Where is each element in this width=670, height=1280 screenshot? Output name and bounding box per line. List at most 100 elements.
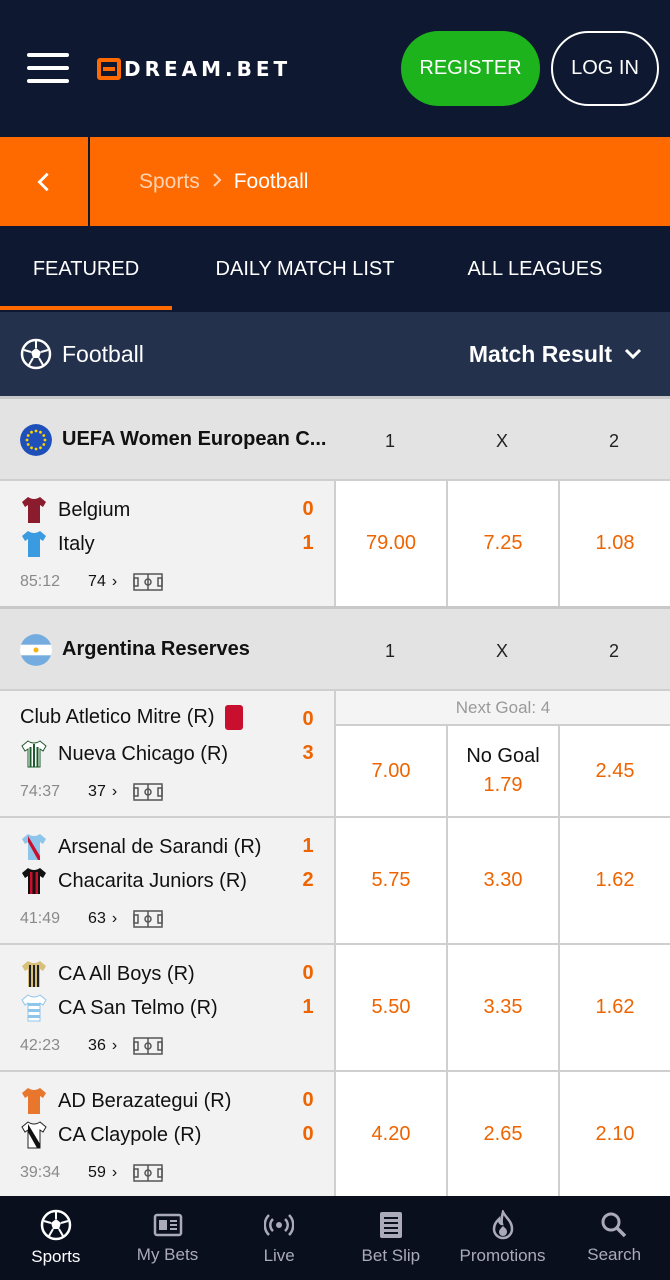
odds-away[interactable]: 1.62 (558, 818, 670, 943)
menu-icon[interactable] (27, 53, 69, 83)
away-score: 0 (302, 1123, 314, 1145)
nav-label: Live (263, 1246, 295, 1265)
away-team-name: CA Claypole (R) (58, 1123, 202, 1146)
no-goal-odds: 1.79 (483, 774, 523, 796)
tab-all-leagues[interactable]: ALL LEAGUES (445, 226, 625, 312)
pitch-icon[interactable] (133, 1037, 163, 1055)
chevron-right-icon[interactable]: › (112, 573, 117, 591)
back-button[interactable] (0, 137, 90, 226)
next-goal-label: Next Goal: 4 (334, 691, 670, 726)
home-team: AD Berazategui (R) (20, 1086, 231, 1116)
breadcrumb-parent[interactable]: Sports (139, 170, 200, 194)
match-time: 74:37 (20, 783, 61, 800)
match-row[interactable]: AD Berazategui (R) 0 CA Claypole (R) 0 3… (0, 1070, 670, 1196)
away-team: Italy (20, 529, 95, 559)
odds-draw[interactable]: 7.25 (446, 481, 558, 606)
home-team: Belgium (20, 495, 130, 525)
nav-live[interactable]: Live (223, 1196, 335, 1280)
away-team: CA San Telmo (R) (20, 993, 218, 1023)
jersey-icon (22, 834, 46, 860)
login-button[interactable]: LOG IN (551, 31, 659, 106)
match-meta: 85:12 74 › (20, 573, 163, 591)
ticket-icon (153, 1213, 182, 1237)
nav-search[interactable]: Search (558, 1196, 670, 1280)
markets-count[interactable]: 37 (88, 783, 106, 801)
odds-away[interactable]: 1.08 (558, 481, 670, 606)
home-team-name: Club Atletico Mitre (R) (20, 706, 215, 728)
nav-label: Promotions (459, 1246, 546, 1265)
match-row[interactable]: CA All Boys (R) 0 CA San Telmo (R) 1 42:… (0, 943, 670, 1070)
markets-count[interactable]: 36 (88, 1037, 106, 1055)
tab-featured[interactable]: FEATURED (0, 226, 172, 312)
nav-sports[interactable]: Sports (0, 1196, 112, 1280)
odds-home[interactable]: 79.00 (334, 481, 446, 606)
top-header: DREAM.BET REGISTER LOG IN (0, 0, 670, 137)
no-goal-label: No Goal (466, 745, 540, 767)
register-button[interactable]: REGISTER (401, 31, 540, 106)
away-team: Nueva Chicago (R) (20, 739, 228, 769)
odds-away[interactable]: 2.45 (558, 726, 670, 816)
flame-icon (492, 1210, 513, 1240)
nav-my-bets[interactable]: My Bets (112, 1196, 224, 1280)
nav-label: Sports (31, 1247, 81, 1266)
odds-away[interactable]: 1.62 (558, 945, 670, 1070)
jersey-icon (21, 994, 47, 1022)
market-label: Match Result (468, 340, 612, 367)
chevron-right-icon[interactable]: › (112, 1164, 117, 1182)
tab-bar: FEATURED DAILY MATCH LIST ALL LEAGUES (0, 226, 670, 312)
odds-home[interactable]: 7.00 (334, 726, 446, 816)
brand-logo[interactable]: DREAM.BET (97, 57, 291, 81)
nav-bet-slip[interactable]: Bet Slip (335, 1196, 447, 1280)
odds-away[interactable]: 2.10 (558, 1072, 670, 1196)
odds-no-goal[interactable]: No Goal 1.79 (446, 726, 558, 816)
column-label-1: 1 (384, 641, 395, 661)
markets-count[interactable]: 74 (88, 573, 106, 591)
market-selector[interactable]: Match Result (469, 312, 642, 396)
home-score: 1 (302, 835, 314, 857)
markets-count[interactable]: 59 (88, 1164, 106, 1182)
markets-count[interactable]: 63 (88, 910, 106, 928)
away-score: 1 (302, 532, 314, 554)
away-score: 2 (302, 869, 314, 891)
nav-label: My Bets (136, 1245, 199, 1264)
home-team-name: Belgium (58, 498, 131, 521)
column-label-x: X (495, 431, 508, 451)
chevron-right-icon[interactable]: › (112, 783, 117, 801)
match-time: 85:12 (20, 573, 61, 590)
match-list: UEFA Women European C... 1 X 2 Belgium 0… (0, 396, 670, 1196)
odds-home[interactable]: 5.75 (334, 818, 446, 943)
odds-home[interactable]: 5.50 (334, 945, 446, 1070)
home-team: Arsenal de Sarandi (R) (20, 832, 261, 862)
jersey-icon (22, 497, 46, 523)
match-row[interactable]: Belgium 0 Italy 1 85:12 74 › 79.00 7.25 … (0, 479, 670, 606)
odds-draw[interactable]: 3.35 (446, 945, 558, 1070)
chevron-right-icon[interactable]: › (112, 1037, 117, 1055)
pitch-icon[interactable] (133, 910, 163, 928)
match-row[interactable]: Arsenal de Sarandi (R) 1 Chacarita Junio… (0, 816, 670, 943)
column-label-1: 1 (384, 431, 395, 451)
nav-promotions[interactable]: Promotions (447, 1196, 559, 1280)
jersey-icon (22, 1088, 46, 1114)
home-score: 0 (302, 962, 314, 984)
odds-home[interactable]: 4.20 (334, 1072, 446, 1196)
home-score: 0 (302, 708, 314, 730)
column-label-2: 2 (608, 431, 619, 451)
bottom-nav: Sports My Bets Live Bet Slip Promotions … (0, 1196, 670, 1280)
pitch-icon[interactable] (133, 783, 163, 801)
jersey-icon (21, 1121, 47, 1149)
breadcrumb-current: Football (233, 169, 309, 193)
jersey-icon (22, 868, 46, 894)
column-label-2: 2 (608, 641, 619, 661)
tab-daily-match-list[interactable]: DAILY MATCH LIST (190, 226, 420, 312)
match-meta: 74:37 37 › (20, 783, 163, 801)
odds-draw[interactable]: 3.30 (446, 818, 558, 943)
odds-draw[interactable]: 2.65 (446, 1072, 558, 1196)
chevron-right-icon[interactable]: › (112, 910, 117, 928)
match-meta: 42:23 36 › (20, 1037, 163, 1055)
league-header[interactable]: UEFA Women European C... 1 X 2 (0, 396, 670, 479)
home-score: 0 (302, 498, 314, 520)
match-row[interactable]: Club Atletico Mitre (R) 0 Nueva Chicago … (0, 689, 670, 816)
pitch-icon[interactable] (133, 573, 163, 591)
pitch-icon[interactable] (133, 1164, 163, 1182)
league-header[interactable]: Argentina Reserves 1 X 2 (0, 606, 670, 689)
